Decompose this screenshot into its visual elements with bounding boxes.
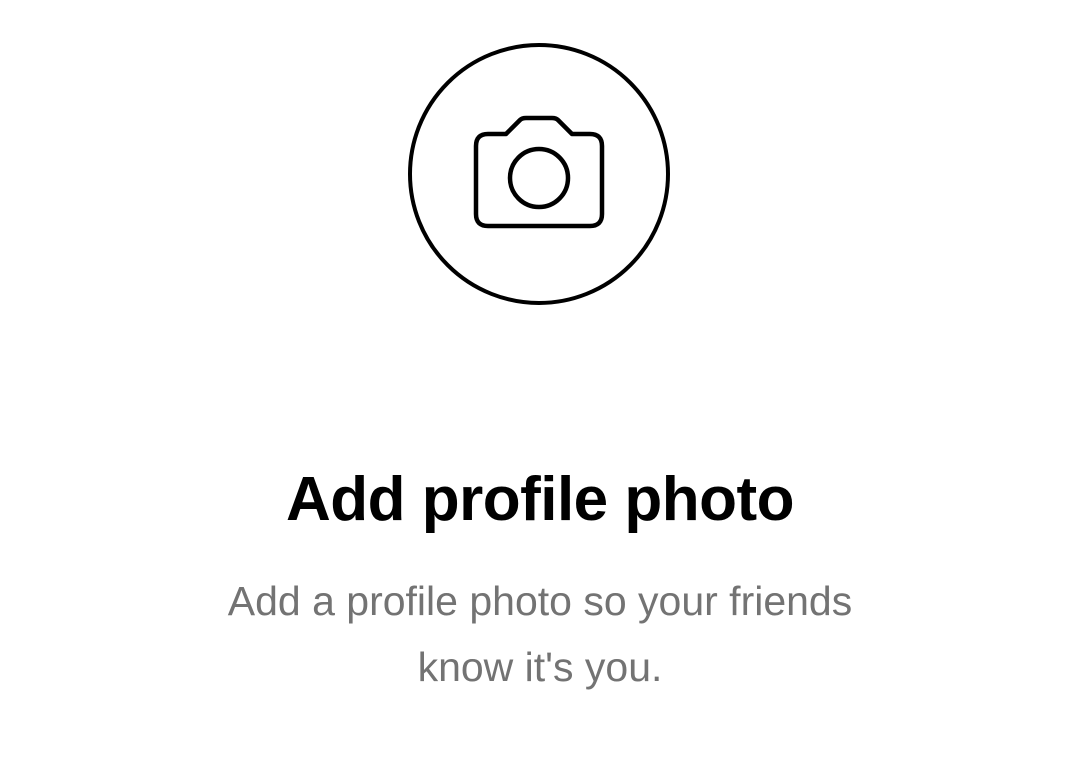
add-photo-avatar-button[interactable] bbox=[408, 43, 670, 305]
description-line: know it's you. bbox=[417, 644, 663, 690]
page-description: Add a profile photo so your friends know… bbox=[0, 568, 1080, 700]
page-title: Add profile photo bbox=[285, 465, 795, 534]
camera-icon bbox=[473, 115, 605, 228]
add-profile-photo-screen: Add profile photo Add a profile photo so… bbox=[0, 0, 1080, 770]
description-line: Add a profile photo so your friends bbox=[227, 578, 853, 624]
